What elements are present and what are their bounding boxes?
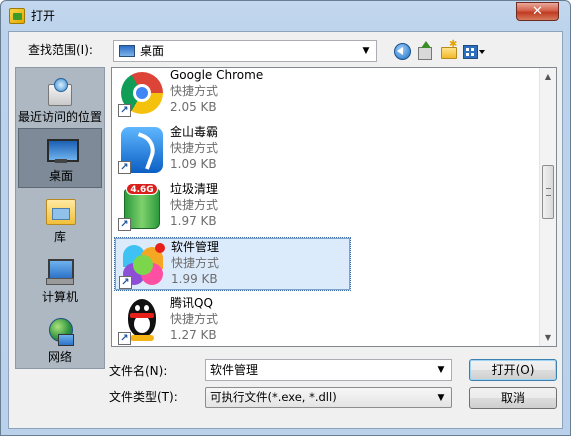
new-folder-icon[interactable]	[439, 39, 459, 61]
shortcut-arrow-icon: ↗	[118, 218, 131, 231]
place-computer[interactable]: 计算机	[18, 250, 102, 310]
cleanup-badge: 4.6G	[126, 183, 158, 195]
file-list[interactable]: ↗ Google Chrome 快捷方式 2.05 KB ↗ 金山毒霸 快捷方式…	[111, 67, 557, 347]
file-name: 垃圾清理	[170, 182, 219, 196]
file-item-jinshan[interactable]: ↗ 金山毒霸 快捷方式 1.09 KB	[114, 123, 351, 177]
filename-value: 软件管理	[210, 363, 259, 377]
chevron-down-icon[interactable]: ▼	[360, 44, 372, 58]
place-network[interactable]: 网络	[18, 310, 102, 370]
place-desktop[interactable]: 桌面	[18, 128, 102, 188]
file-item-cleanup[interactable]: 4.6G ↗ 垃圾清理 快捷方式 1.97 KB	[114, 180, 351, 234]
file-size: 1.27 KB	[170, 328, 217, 342]
title-bar[interactable]: 打开 ✕	[1, 1, 570, 31]
shortcut-arrow-icon: ↗	[118, 332, 131, 345]
recent-places-icon	[44, 76, 76, 106]
window-title: 打开	[31, 9, 56, 23]
places-bar: 最近访问的位置 桌面 库 计算机 网络	[15, 67, 105, 369]
network-icon	[44, 316, 76, 346]
scroll-down-icon[interactable]: ▼	[540, 329, 556, 346]
scroll-thumb[interactable]	[542, 165, 554, 219]
chevron-down-icon[interactable]: ▼	[435, 391, 447, 405]
file-size: 1.99 KB	[171, 272, 218, 286]
file-size: 2.05 KB	[170, 100, 217, 114]
place-library[interactable]: 库	[18, 190, 102, 250]
computer-icon	[44, 256, 76, 286]
view-menu-icon[interactable]	[461, 41, 487, 61]
desktop-icon	[119, 45, 135, 57]
file-name: 金山毒霸	[170, 125, 219, 139]
place-label: 计算机	[41, 290, 78, 304]
shortcut-arrow-icon: ↗	[119, 276, 132, 289]
place-label: 库	[53, 230, 66, 244]
file-item-software-manager[interactable]: ↗ 软件管理 快捷方式 1.99 KB	[114, 237, 351, 291]
jinshan-antivirus-icon: ↗	[118, 126, 166, 174]
filetype-value: 可执行文件(*.exe, *.dll)	[210, 390, 337, 404]
recycle-bin-icon: 4.6G ↗	[118, 183, 166, 231]
file-type: 快捷方式	[171, 256, 220, 270]
scroll-up-icon[interactable]: ▲	[540, 68, 556, 85]
filename-input[interactable]: 软件管理 ▼	[205, 359, 452, 381]
qq-penguin-icon: ↗	[118, 297, 166, 345]
file-type: 快捷方式	[170, 198, 219, 212]
look-in-dropdown[interactable]: 桌面 ▼	[113, 40, 377, 62]
shortcut-arrow-icon: ↗	[118, 104, 131, 117]
cancel-button[interactable]: 取消	[469, 387, 557, 409]
open-file-dialog: 打开 ✕ 查找范围(I): 桌面 ▼ 最近访问的位置 桌面 库	[0, 0, 571, 436]
file-type: 快捷方式	[170, 84, 219, 98]
app-icon	[9, 8, 25, 24]
file-type: 快捷方式	[170, 141, 219, 155]
library-icon	[44, 196, 76, 226]
back-arrow-icon[interactable]	[392, 41, 412, 61]
place-label: 最近访问的位置	[18, 110, 103, 124]
chrome-icon: ↗	[118, 69, 166, 117]
file-size: 1.97 KB	[170, 214, 217, 228]
place-recent[interactable]: 最近访问的位置	[18, 70, 102, 130]
software-manager-icon: ↗	[119, 241, 167, 289]
look-in-value: 桌面	[140, 44, 165, 58]
place-label: 桌面	[48, 169, 73, 183]
vertical-scrollbar[interactable]: ▲ ▼	[539, 68, 556, 346]
up-folder-icon[interactable]	[415, 41, 435, 61]
look-in-label: 查找范围(I):	[28, 43, 93, 57]
filetype-dropdown[interactable]: 可执行文件(*.exe, *.dll) ▼	[205, 387, 452, 408]
file-type: 快捷方式	[170, 312, 219, 326]
file-name: 软件管理	[171, 240, 220, 254]
shortcut-arrow-icon: ↗	[118, 161, 131, 174]
file-item-chrome[interactable]: ↗ Google Chrome 快捷方式 2.05 KB	[114, 68, 351, 120]
file-size: 1.09 KB	[170, 157, 217, 171]
file-name: 腾讯QQ	[170, 296, 213, 310]
open-button[interactable]: 打开(O)	[469, 359, 557, 381]
file-name: Google Chrome	[170, 68, 264, 82]
dialog-body: 查找范围(I): 桌面 ▼ 最近访问的位置 桌面 库	[8, 31, 563, 429]
file-item-qq[interactable]: ↗ 腾讯QQ 快捷方式 1.27 KB	[114, 294, 351, 346]
place-label: 网络	[47, 350, 72, 364]
filename-label: 文件名(N):	[109, 364, 168, 378]
chevron-down-icon[interactable]: ▼	[435, 363, 447, 377]
desktop-icon	[45, 135, 79, 165]
filetype-label: 文件类型(T):	[109, 390, 178, 404]
close-button[interactable]: ✕	[516, 2, 559, 21]
